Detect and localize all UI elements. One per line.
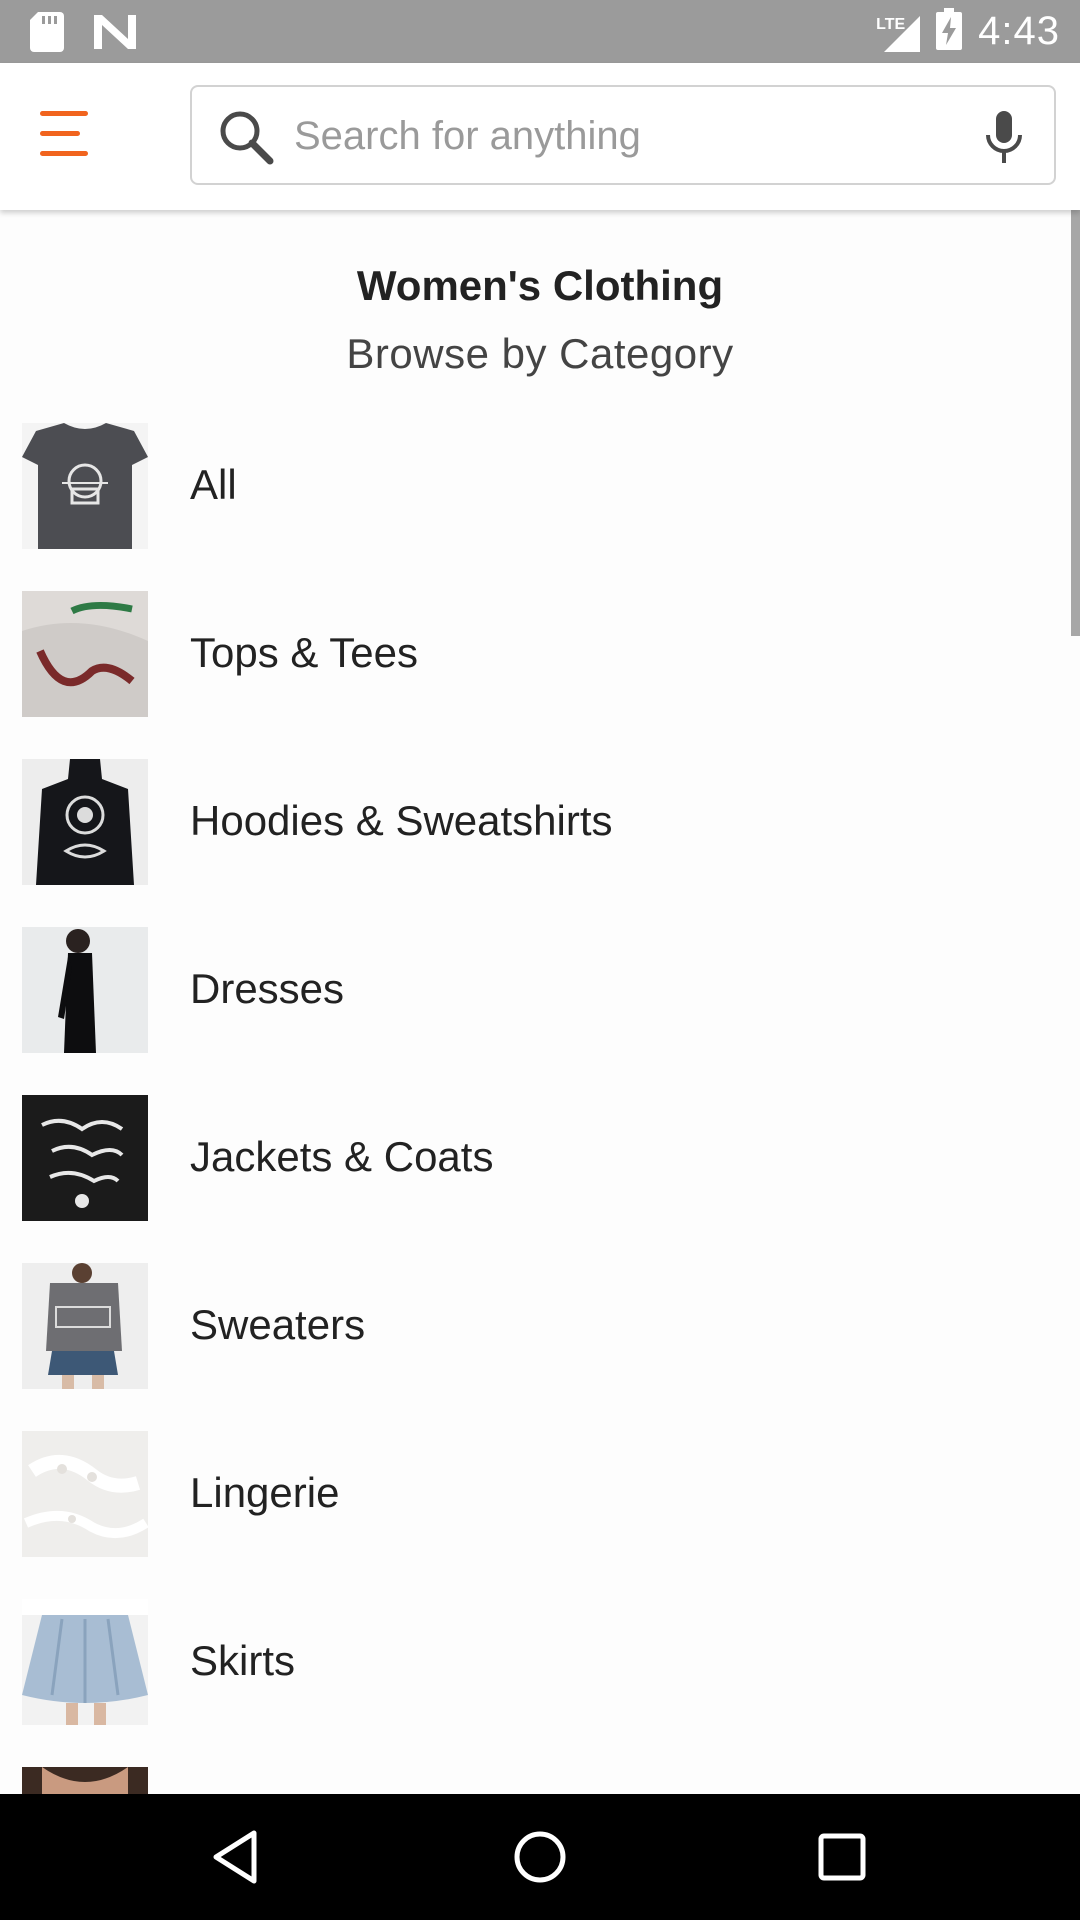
search-input[interactable] xyxy=(292,105,956,167)
category-browser: Women's Clothing Browse by Category All xyxy=(0,210,1080,1794)
category-item-dresses[interactable]: Dresses xyxy=(0,927,1071,1095)
home-icon[interactable] xyxy=(510,1827,570,1887)
category-thumbnail xyxy=(22,591,148,717)
menu-line xyxy=(40,111,88,116)
category-item-skirts[interactable]: Skirts xyxy=(0,1599,1071,1767)
sd-card-icon xyxy=(30,12,64,57)
clock: 4:43 xyxy=(978,9,1060,53)
category-label: Dresses xyxy=(190,965,345,1012)
n-notification-icon xyxy=(94,15,136,54)
category-thumbnail xyxy=(22,1599,148,1725)
recents-icon[interactable] xyxy=(812,1827,872,1887)
lte-signal-icon: LTE xyxy=(876,12,921,52)
menu-line xyxy=(40,131,80,136)
menu-button[interactable] xyxy=(40,111,96,159)
category-item-jackets-coats[interactable]: Jackets & Coats xyxy=(0,1095,1071,1263)
category-label: Skirts xyxy=(190,1637,295,1684)
page-subtitle: Browse by Category xyxy=(346,330,734,377)
category-item-lingerie[interactable]: Lingerie xyxy=(0,1431,1071,1599)
category-thumbnail xyxy=(22,759,148,885)
category-label: Sweaters xyxy=(190,1301,366,1348)
category-thumbnail xyxy=(22,1095,148,1221)
category-label: All xyxy=(190,461,237,508)
category-item-all[interactable]: All xyxy=(0,423,1071,591)
category-thumbnail xyxy=(22,1767,148,1794)
category-item-hoodies-sweatshirts[interactable]: Hoodies & Sweatshirts xyxy=(0,759,1071,927)
battery-charging-icon xyxy=(936,8,963,55)
category-thumbnail xyxy=(22,1431,148,1557)
category-label: Jackets & Coats xyxy=(190,1133,494,1180)
category-item-tops-tees[interactable]: Tops & Tees xyxy=(0,591,1071,759)
menu-line xyxy=(40,151,88,156)
category-thumbnail xyxy=(22,927,148,1053)
category-item-sweaters[interactable]: Sweaters xyxy=(0,1263,1071,1431)
status-bar: LTE 4:43 xyxy=(0,0,1080,63)
back-icon[interactable] xyxy=(206,1827,266,1887)
category-item-partial[interactable] xyxy=(0,1767,1071,1794)
category-thumbnail xyxy=(22,1263,148,1389)
category-thumbnail xyxy=(22,423,148,549)
app-bar xyxy=(0,63,1080,210)
search-bar[interactable] xyxy=(190,85,1056,185)
category-list: All Tops & Tees Hoodies & Sweatshirts Dr… xyxy=(0,423,1071,1794)
navigation-bar xyxy=(0,1794,1080,1920)
category-label: Tops & Tees xyxy=(190,629,419,676)
search-icon xyxy=(218,109,274,170)
microphone-icon[interactable] xyxy=(984,111,1024,170)
category-label: Hoodies & Sweatshirts xyxy=(190,797,613,844)
category-label: Lingerie xyxy=(190,1469,340,1516)
page-title: Women's Clothing xyxy=(356,262,724,309)
